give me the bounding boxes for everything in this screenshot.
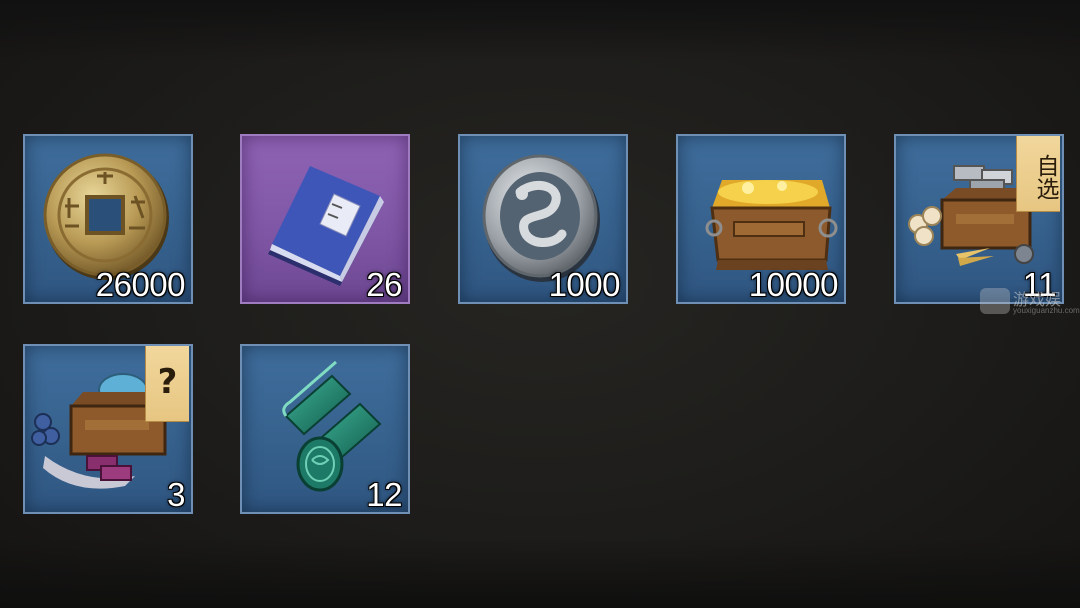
- item-quantity: 3: [167, 476, 185, 513]
- background-top-shade: [0, 0, 1080, 60]
- item-quantity: 12: [366, 476, 402, 513]
- site-watermark: 游戏娱 youxiguanzhu.com: [980, 286, 1080, 318]
- item-slot-green-scroll[interactable]: 12: [240, 344, 410, 514]
- item-quantity: 26000: [95, 266, 186, 303]
- item-slot-jade-medallion[interactable]: 1000: [458, 134, 628, 304]
- item-slot-blue-book[interactable]: 26: [240, 134, 410, 304]
- item-quantity: 10000: [748, 266, 839, 303]
- watermark-logo-icon: [980, 288, 1010, 314]
- item-slot-selection-chest[interactable]: 自选 11: [894, 134, 1064, 304]
- mystery-tag: ?: [145, 346, 189, 422]
- item-slot-copper-coin[interactable]: 26000: [23, 134, 193, 304]
- item-quantity: 26: [366, 266, 402, 303]
- item-quantity: 1000: [548, 266, 621, 303]
- self-select-tag: 自选: [1016, 136, 1060, 212]
- background-bottom-shade: [0, 538, 1080, 608]
- watermark-url: youxiguanzhu.com: [1013, 306, 1080, 315]
- item-slot-gold-chest[interactable]: 10000: [676, 134, 846, 304]
- item-slot-mystery-chest[interactable]: ? 3: [23, 344, 193, 514]
